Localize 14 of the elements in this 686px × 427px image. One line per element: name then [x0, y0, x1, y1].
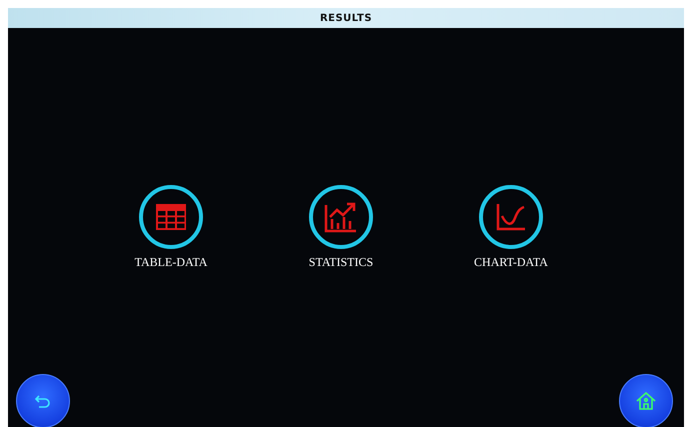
- table-icon: [155, 203, 187, 231]
- window-title: RESULTS: [320, 12, 372, 24]
- bar-chart-icon: [324, 201, 358, 233]
- back-arrow-icon: [35, 394, 51, 408]
- menu-button[interactable]: [309, 185, 373, 249]
- line-chart-icon: [495, 202, 527, 232]
- menu-button[interactable]: [479, 185, 543, 249]
- back-button[interactable]: [16, 374, 70, 427]
- menu-label: CHART-DATA: [473, 255, 549, 270]
- menu-button[interactable]: [139, 185, 203, 249]
- menu-label: TABLE-DATA: [134, 255, 208, 270]
- home-button[interactable]: [619, 374, 673, 427]
- menu-label: STATISTICS: [308, 255, 374, 270]
- home-icon: [636, 392, 656, 410]
